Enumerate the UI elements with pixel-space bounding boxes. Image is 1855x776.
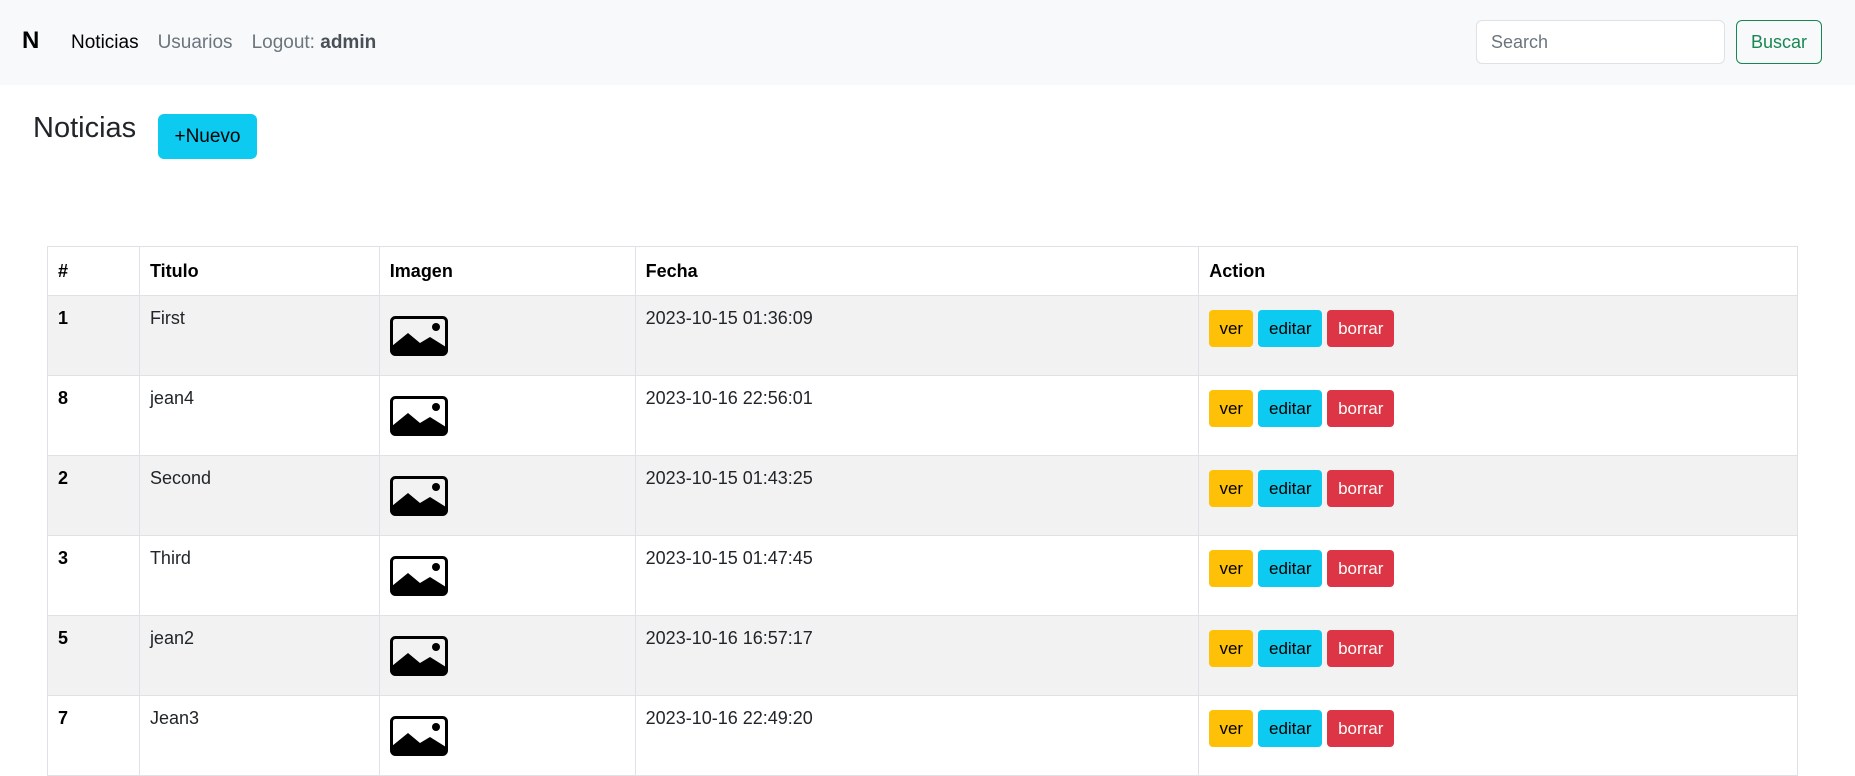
row-titulo: Second (138, 455, 380, 536)
edit-button[interactable]: editar (1258, 470, 1323, 507)
nav-link-noticias[interactable]: Noticias (71, 32, 139, 54)
search-button[interactable]: Buscar (1736, 20, 1822, 64)
row-fecha: 2023-10-16 22:56:01 (634, 375, 1200, 456)
delete-button[interactable]: borrar (1327, 710, 1395, 747)
row-actions: ver editar borrar (1198, 375, 1798, 456)
edit-button[interactable]: editar (1258, 550, 1323, 587)
row-imagen (378, 535, 636, 616)
logout-user: admin (320, 32, 377, 53)
row-actions: ver editar borrar (1198, 695, 1798, 776)
table-body: 1 First 2023-10-15 01:36:09 ver editar b… (47, 295, 1798, 776)
table-row: 2 Second 2023-10-15 01:43:25 ver editar … (47, 455, 1798, 536)
row-titulo: Jean3 (138, 695, 380, 776)
view-button[interactable]: ver (1209, 710, 1254, 747)
view-button[interactable]: ver (1209, 550, 1254, 587)
row-imagen (378, 455, 636, 536)
navbar-brand[interactable]: N (22, 27, 39, 55)
row-actions: ver editar borrar (1198, 295, 1798, 376)
table-row: 3 Third 2023-10-15 01:47:45 ver editar b… (47, 535, 1798, 616)
row-titulo: jean4 (138, 375, 380, 456)
delete-button[interactable]: borrar (1327, 550, 1395, 587)
column-header-fecha: Fecha (634, 246, 1200, 296)
navbar: N Noticias Usuarios Logout: admin Buscar (0, 0, 1855, 85)
column-header-titulo: Titulo (138, 246, 380, 296)
row-id: 2 (47, 455, 140, 536)
row-actions: ver editar borrar (1198, 615, 1798, 696)
news-table-container: # Titulo Imagen Fecha Action 1 First 202… (47, 246, 1798, 776)
image-placeholder-icon (389, 396, 448, 436)
column-header-imagen: Imagen (378, 246, 636, 296)
row-id: 3 (47, 535, 140, 616)
edit-button[interactable]: editar (1258, 310, 1323, 347)
column-header-id: # (47, 246, 140, 296)
row-imagen (378, 615, 636, 696)
edit-button[interactable]: editar (1258, 710, 1323, 747)
image-placeholder-icon (389, 636, 448, 676)
row-titulo: Third (138, 535, 380, 616)
nav-link-logout[interactable]: Logout: admin (252, 32, 377, 54)
row-id: 1 (47, 295, 140, 376)
row-actions: ver editar borrar (1198, 455, 1798, 536)
image-placeholder-icon (389, 556, 448, 596)
image-placeholder-icon (389, 476, 448, 516)
delete-button[interactable]: borrar (1327, 630, 1395, 667)
row-imagen (378, 695, 636, 776)
row-id: 7 (47, 695, 140, 776)
view-button[interactable]: ver (1209, 630, 1254, 667)
row-id: 8 (47, 375, 140, 456)
row-imagen (378, 375, 636, 456)
row-fecha: 2023-10-15 01:36:09 (634, 295, 1200, 376)
row-id: 5 (47, 615, 140, 696)
logout-label: Logout: (251, 32, 315, 53)
delete-button[interactable]: borrar (1327, 470, 1395, 507)
news-table: # Titulo Imagen Fecha Action 1 First 202… (47, 246, 1798, 776)
row-fecha: 2023-10-16 22:49:20 (634, 695, 1200, 776)
nav-link-usuarios[interactable]: Usuarios (158, 32, 233, 54)
row-fecha: 2023-10-15 01:47:45 (634, 535, 1200, 616)
nav-links: Noticias Usuarios Logout: admin (71, 32, 376, 54)
table-row: 5 jean2 2023-10-16 16:57:17 ver editar b… (47, 615, 1798, 696)
new-button[interactable]: +Nuevo (158, 114, 257, 159)
row-imagen (378, 295, 636, 376)
row-fecha: 2023-10-16 16:57:17 (634, 615, 1200, 696)
edit-button[interactable]: editar (1258, 390, 1323, 427)
delete-button[interactable]: borrar (1327, 390, 1395, 427)
delete-button[interactable]: borrar (1327, 310, 1395, 347)
table-header-row: # Titulo Imagen Fecha Action (47, 246, 1798, 296)
row-actions: ver editar borrar (1198, 535, 1798, 616)
row-titulo: jean2 (138, 615, 380, 696)
image-placeholder-icon (389, 716, 448, 756)
edit-button[interactable]: editar (1258, 630, 1323, 667)
table-row: 8 jean4 2023-10-16 22:56:01 ver editar b… (47, 375, 1798, 456)
image-placeholder-icon (389, 316, 448, 356)
view-button[interactable]: ver (1209, 390, 1254, 427)
table-row: 1 First 2023-10-15 01:36:09 ver editar b… (47, 295, 1798, 376)
view-button[interactable]: ver (1209, 470, 1254, 507)
page-title: Noticias (33, 112, 137, 144)
table-row: 7 Jean3 2023-10-16 22:49:20 ver editar b… (47, 695, 1798, 776)
search-input[interactable] (1476, 20, 1725, 64)
column-header-action: Action (1198, 246, 1798, 296)
row-titulo: First (138, 295, 380, 376)
row-fecha: 2023-10-15 01:43:25 (634, 455, 1200, 536)
view-button[interactable]: ver (1209, 310, 1254, 347)
